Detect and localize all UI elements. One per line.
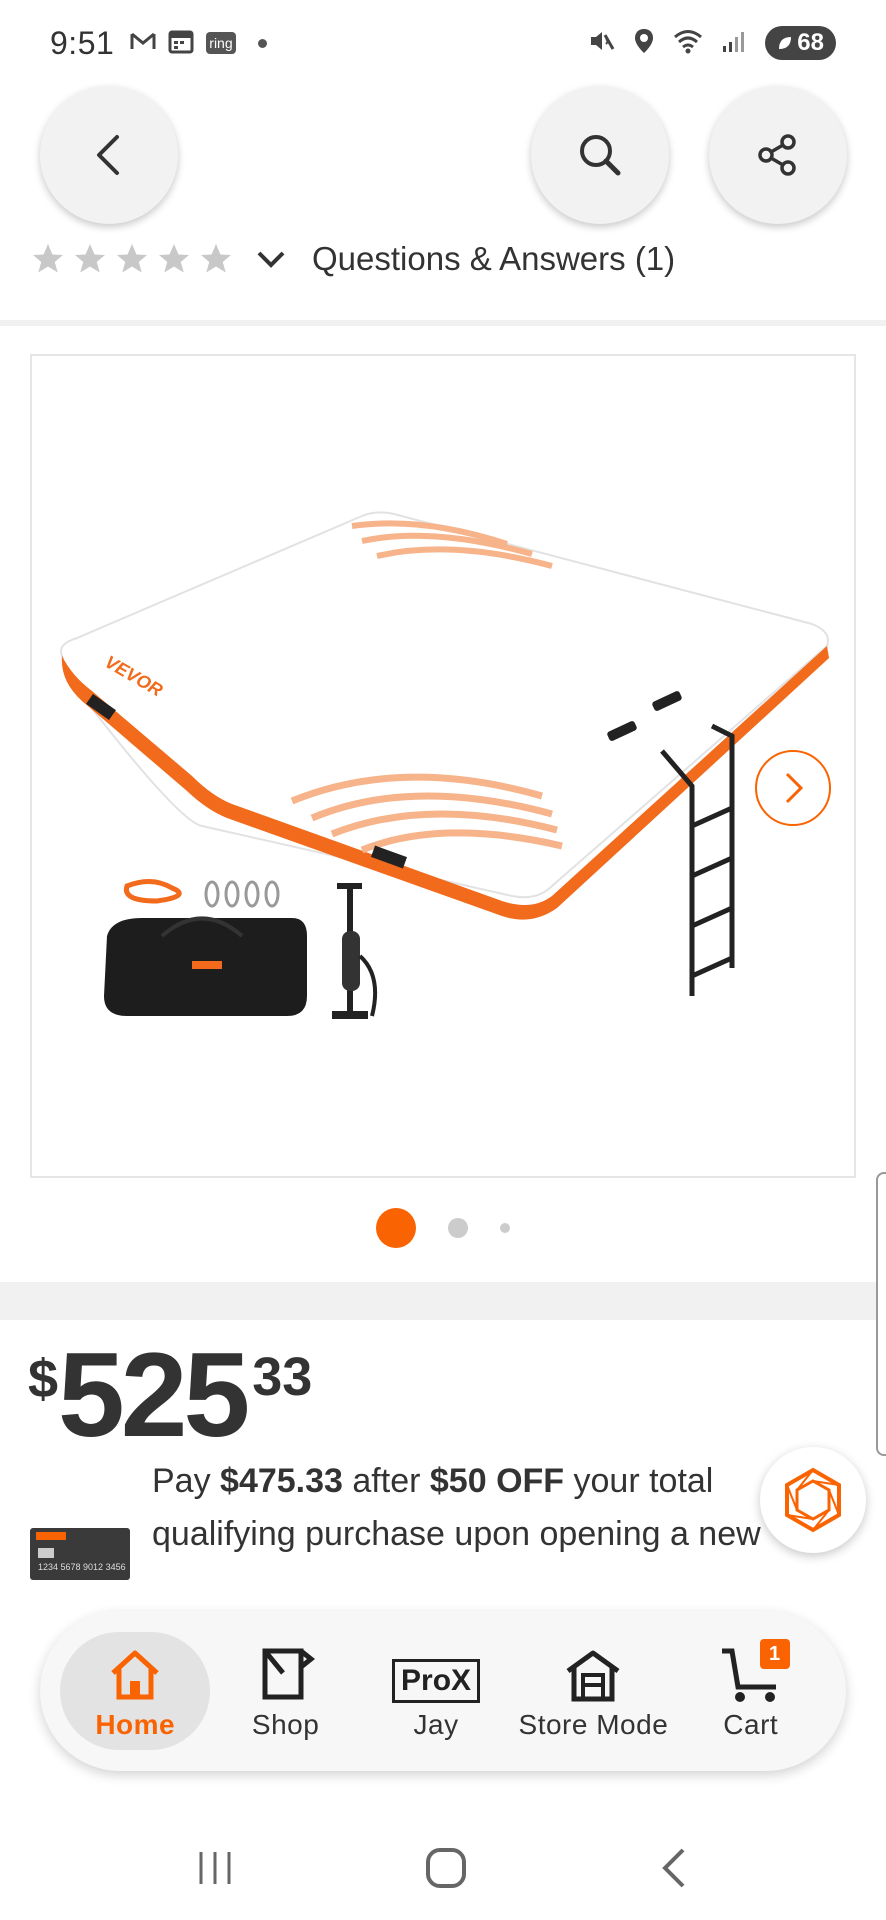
prox-text: ProX: [392, 1659, 481, 1703]
promo-after: after: [342, 1462, 430, 1500]
leaf-icon: [779, 37, 792, 49]
star-icon: [159, 244, 189, 273]
shop-icon: [255, 1641, 317, 1703]
credit-card-image: 1234 5678 9012 3456: [30, 1528, 130, 1580]
hexagon-icon: [785, 1467, 841, 1533]
chevron-down-icon[interactable]: [256, 249, 286, 269]
section-divider: [0, 320, 886, 326]
promo-text: Pay $475.33 after $50 OFF your total qua…: [152, 1455, 792, 1580]
pagination-dot[interactable]: [448, 1218, 468, 1238]
share-button[interactable]: [709, 86, 847, 224]
calendar-icon: [168, 28, 194, 59]
system-nav-bar: [0, 1820, 886, 1920]
chevron-left-icon: [97, 135, 119, 175]
card-number: 1234 5678 9012 3456: [38, 1562, 126, 1572]
nav-store-mode[interactable]: Store Mode: [511, 1632, 675, 1750]
product-image: [60, 511, 830, 1019]
wifi-icon: [673, 28, 703, 59]
pagination-dot-active[interactable]: [376, 1208, 416, 1248]
star-icon: [117, 244, 147, 273]
pagination-dot[interactable]: [500, 1223, 510, 1233]
gallery-pagination: [0, 1208, 886, 1248]
status-bar: 9:51 ring 68: [0, 0, 886, 86]
back-icon[interactable]: [657, 1846, 691, 1895]
nav-shop[interactable]: Shop: [210, 1632, 360, 1750]
nav-jay-label: Jay: [413, 1709, 459, 1740]
status-time: 9:51: [50, 24, 115, 61]
gmail-icon: [130, 31, 156, 56]
next-image-button[interactable]: [755, 750, 831, 826]
prox-icon: ProX: [392, 1641, 481, 1703]
ring-icon: ring: [206, 32, 236, 54]
search-button[interactable]: [531, 86, 669, 224]
nav-cart-label: Cart: [723, 1709, 779, 1740]
nav-home[interactable]: Home: [60, 1632, 211, 1750]
promo-amount: $475.33: [220, 1462, 343, 1500]
status-left-icons: ring: [130, 28, 267, 59]
search-icon: [580, 135, 621, 176]
product-image-gallery[interactable]: VEVOR: [30, 354, 856, 1178]
product-price: $ 525 33: [28, 1328, 313, 1462]
home-icon: [107, 1641, 163, 1703]
back-button[interactable]: [40, 86, 178, 224]
store-icon: [562, 1641, 624, 1703]
chevron-right-icon: [785, 772, 804, 804]
assistant-button[interactable]: [760, 1447, 866, 1553]
star-icon: [75, 244, 105, 273]
nav-store-mode-label: Store Mode: [518, 1709, 669, 1740]
nav-shop-label: Shop: [251, 1709, 320, 1740]
share-icon: [758, 134, 796, 176]
recents-icon[interactable]: [195, 1848, 235, 1893]
cart-icon: 1: [718, 1639, 790, 1703]
rating-stars[interactable]: [30, 241, 234, 277]
home-circle-icon[interactable]: [424, 1846, 468, 1895]
price-dollars: 525: [58, 1328, 250, 1462]
status-right-icons: 68: [587, 26, 836, 60]
section-divider: [0, 1282, 886, 1320]
nav-cart[interactable]: 1 Cart: [676, 1632, 826, 1750]
scrollbar-handle[interactable]: [876, 1172, 886, 1456]
promo-pay: Pay: [152, 1462, 221, 1500]
cart-badge: 1: [759, 1639, 790, 1669]
price-cents: 33: [252, 1347, 313, 1407]
battery-level: 68: [797, 29, 824, 56]
nav-home-label: Home: [95, 1709, 176, 1740]
questions-answers-link[interactable]: Questions & Answers (1): [312, 240, 675, 278]
location-icon: [633, 27, 655, 60]
dot-icon: [257, 38, 267, 48]
promo-discount: $50 OFF: [429, 1462, 565, 1500]
nav-jay[interactable]: ProX Jay: [361, 1632, 511, 1750]
price-currency: $: [28, 1349, 59, 1409]
bottom-nav: Home Shop ProX Jay Store Mode 1 Cart: [40, 1611, 846, 1771]
mute-icon: [587, 27, 615, 60]
battery-indicator: 68: [765, 26, 836, 60]
signal-icon: [721, 29, 747, 58]
rating-row: Questions & Answers (1): [30, 234, 675, 284]
star-icon: [201, 244, 231, 273]
star-icon: [33, 244, 63, 273]
